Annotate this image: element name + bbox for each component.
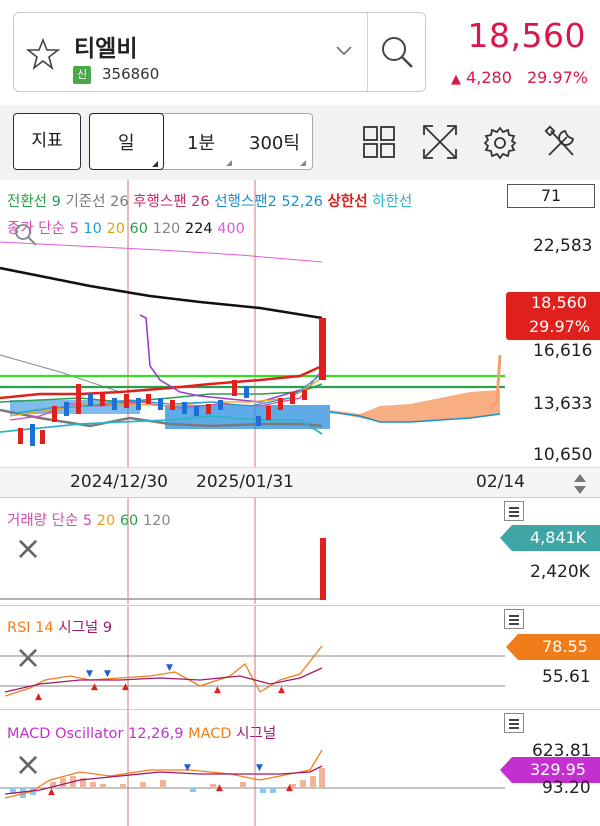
corner-indicator-icon bbox=[226, 160, 232, 166]
menu-icon[interactable] bbox=[504, 501, 524, 521]
date-axis[interactable]: 2024/12/30 2025/01/31 02/14 bbox=[0, 467, 600, 497]
y-tick-22583: 22,583 bbox=[533, 236, 593, 256]
ma400-line bbox=[0, 241, 323, 263]
menu-icon[interactable] bbox=[504, 713, 524, 733]
expand-icon[interactable] bbox=[421, 123, 459, 161]
svg-text:▼: ▼ bbox=[184, 763, 191, 773]
period-tick-button[interactable]: 300틱 bbox=[240, 114, 312, 169]
x-date-label: 2024/12/30 bbox=[70, 472, 168, 492]
corner-indicator-icon bbox=[152, 161, 158, 167]
resize-updown-icon[interactable] bbox=[572, 472, 588, 496]
svg-text:▲: ▲ bbox=[286, 783, 293, 793]
period-day-button[interactable]: 일 bbox=[89, 113, 164, 170]
svg-text:▼: ▼ bbox=[86, 669, 93, 679]
svg-text:▲: ▲ bbox=[48, 787, 55, 797]
macd-tick-bottom: 93.20 bbox=[542, 778, 591, 798]
svg-text:▲: ▲ bbox=[278, 685, 285, 695]
y-tick-13633: 13,633 bbox=[533, 394, 593, 414]
svg-text:▲: ▲ bbox=[216, 783, 223, 793]
period-selector: 일 1분 300틱 bbox=[89, 113, 313, 170]
tools-icon[interactable] bbox=[543, 125, 579, 161]
volume-bar bbox=[320, 538, 326, 600]
menu-icon[interactable] bbox=[504, 609, 524, 629]
up-arrow-icon: ▲ bbox=[450, 72, 461, 87]
price-chart-canvas bbox=[0, 180, 505, 467]
y-tick-16616: 16,616 bbox=[533, 341, 593, 361]
current-price-tag: 18,560 29.97% bbox=[506, 292, 600, 340]
indicator-button[interactable]: 지표 bbox=[13, 113, 81, 170]
period-minute-label: 1분 bbox=[187, 133, 216, 154]
rsi-tick: 55.61 bbox=[542, 667, 591, 687]
macd-chart-canvas: ▼ ▼ ▲ ▲ ▲ bbox=[0, 710, 505, 826]
svg-text:▲: ▲ bbox=[122, 682, 129, 692]
rsi-signal-line bbox=[4, 667, 323, 693]
svg-text:▲: ▲ bbox=[91, 682, 98, 692]
macd-pane[interactable]: MACD Oscillator 12,26,9 MACD 시그널 × ▼ ▼ ▲ ▲… bbox=[0, 709, 600, 826]
stock-header: 티엘비 신 356860 18,560 ▲ 4,280 29.97% bbox=[0, 0, 600, 105]
volume-pane[interactable]: 거래량 단순 5 20 60 120 × 4,841K 2,420K bbox=[0, 498, 600, 604]
svg-text:▼: ▼ bbox=[166, 663, 173, 673]
counter-box[interactable]: 71 bbox=[507, 184, 595, 208]
chart-toolbar: 지표 일 1분 300틱 bbox=[0, 105, 600, 180]
svg-text:▼: ▼ bbox=[104, 669, 111, 679]
rsi-current-tag: 78.55 bbox=[506, 634, 600, 660]
period-day-label: 일 bbox=[118, 133, 135, 154]
current-price: 18,560 bbox=[467, 16, 586, 55]
volume-current-tag: 4,841K bbox=[500, 525, 600, 551]
corner-indicator-icon bbox=[300, 160, 306, 166]
price-change: ▲ 4,280 29.97% bbox=[438, 68, 588, 87]
chevron-down-icon[interactable] bbox=[334, 43, 354, 57]
x-date-label: 2025/01/31 bbox=[196, 472, 294, 492]
svg-text:▲: ▲ bbox=[214, 685, 221, 695]
change-amount: 4,280 bbox=[466, 68, 512, 87]
stock-code: 356860 bbox=[102, 65, 160, 83]
x-date-label: 02/14 bbox=[476, 472, 525, 492]
volume-chart-canvas bbox=[0, 498, 326, 604]
search-divider bbox=[367, 13, 368, 91]
search-icon[interactable] bbox=[379, 34, 417, 72]
svg-text:▼: ▼ bbox=[256, 763, 263, 773]
rsi-chart-canvas: ▼ ▼ ▼ ▲ ▲ ▲ ▲ ▲ bbox=[0, 606, 505, 709]
price-chart-pane[interactable]: 전환선 9 기준선 26 후행스팬 26 선행스팬2 52,26 상한선 하한선… bbox=[0, 180, 600, 467]
grid-layout-icon[interactable] bbox=[362, 125, 396, 159]
settings-gear-icon[interactable] bbox=[482, 125, 518, 161]
stock-search-box[interactable]: 티엘비 신 356860 bbox=[13, 12, 426, 92]
star-icon[interactable] bbox=[25, 37, 61, 71]
volume-tick: 2,420K bbox=[530, 562, 590, 582]
stock-name: 티엘비 bbox=[74, 36, 138, 62]
period-tick-label: 300틱 bbox=[249, 133, 300, 154]
current-pct-tag-value: 29.97% bbox=[529, 317, 591, 336]
rsi-pane[interactable]: RSI 14 시그널 9 × ▼ ▼ ▼ ▲ ▲ ▲ ▲ ▲ 78.55 55.61 bbox=[0, 605, 600, 709]
ma224-line bbox=[0, 266, 323, 320]
period-minute-button[interactable]: 1분 bbox=[170, 114, 240, 169]
rsi-line bbox=[4, 645, 323, 697]
svg-text:▲: ▲ bbox=[35, 692, 42, 702]
y-tick-10650: 10,650 bbox=[533, 445, 593, 465]
change-percent: 29.97% bbox=[526, 68, 588, 87]
market-badge: 신 bbox=[73, 66, 91, 84]
current-price-tag-value: 18,560 bbox=[531, 293, 587, 312]
